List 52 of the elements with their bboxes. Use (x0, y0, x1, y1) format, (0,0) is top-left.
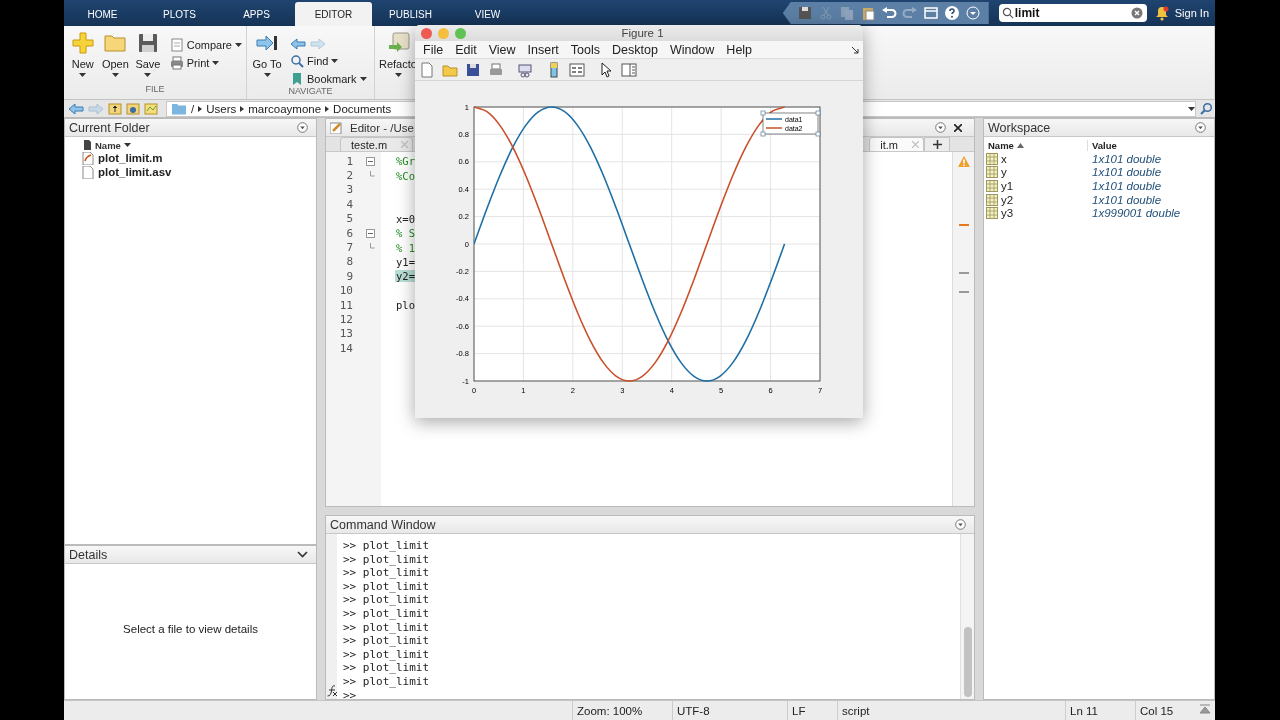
column-number: Col 15 (1140, 704, 1174, 717)
variable-value: 1x101 double (1091, 180, 1162, 192)
code-line: x=0 (395, 212, 416, 225)
command-history-line: >> plot_limit (343, 606, 431, 621)
command-history-line: >> plot_limit (343, 539, 431, 553)
line-number: 5 (345, 212, 353, 226)
command-history-line: >> plot_limit (343, 620, 431, 635)
line-number: 6 (345, 226, 353, 240)
command-history-line: >> plot_limit (343, 661, 431, 675)
file-type: script (842, 704, 870, 717)
panel-title: Workspace (988, 120, 1051, 135)
variable-value: 1x101 double (1091, 166, 1162, 179)
command-history-line: >> plot_limit (343, 634, 431, 648)
command-history-line: >> plot_limit (343, 674, 431, 689)
encoding: UTF-8 (677, 704, 710, 717)
line-number: 14 (338, 341, 353, 355)
window-title: Figure 1 (621, 27, 665, 39)
line-number: Ln 11 (1070, 704, 1098, 717)
variable-value: 1x999001 double (1091, 207, 1181, 220)
panel-title: Details (69, 547, 108, 562)
line-number: 11 (338, 298, 353, 312)
code-line: plo (395, 299, 416, 312)
line-number: 12 (338, 313, 353, 326)
line-number: 1 (345, 154, 353, 168)
line-number: 3 (345, 183, 353, 197)
panel-title: Current Folder (69, 120, 150, 135)
code-comment: %Gr (395, 155, 416, 168)
code-comment: % S (395, 227, 416, 240)
line-number: 2 (345, 169, 353, 183)
line-number: 9 (345, 269, 353, 283)
code-line: y1= (395, 255, 416, 268)
command-history-line: >> plot_limit (343, 579, 431, 594)
section-label: NAVIGATE (288, 86, 333, 98)
panel-title: Editor - /Use (350, 121, 414, 134)
line-number: 8 (345, 255, 353, 269)
command-history-line: >> plot_limit (343, 566, 431, 580)
variable-value: 1x101 double (1091, 193, 1162, 206)
code-comment: %Co (395, 169, 416, 182)
command-history-line: >> plot_limit (343, 647, 431, 662)
command-history-line: >> plot_limit (343, 593, 431, 607)
line-ending: LF (792, 704, 806, 717)
line-number: 13 (338, 327, 353, 341)
code-comment: % 1 (395, 241, 416, 254)
line-number: 4 (345, 197, 353, 211)
section-label: FILE (145, 84, 165, 96)
panel-title: Command Window (330, 517, 436, 532)
variable-value: 1x101 double (1091, 152, 1162, 165)
line-number: 7 (345, 241, 353, 255)
empty-message: Select a file to view details (123, 622, 258, 635)
line-number: 10 (338, 284, 353, 298)
command-history-line: >> plot_limit (343, 552, 431, 567)
zoom-level: Zoom: 100% (577, 704, 643, 717)
